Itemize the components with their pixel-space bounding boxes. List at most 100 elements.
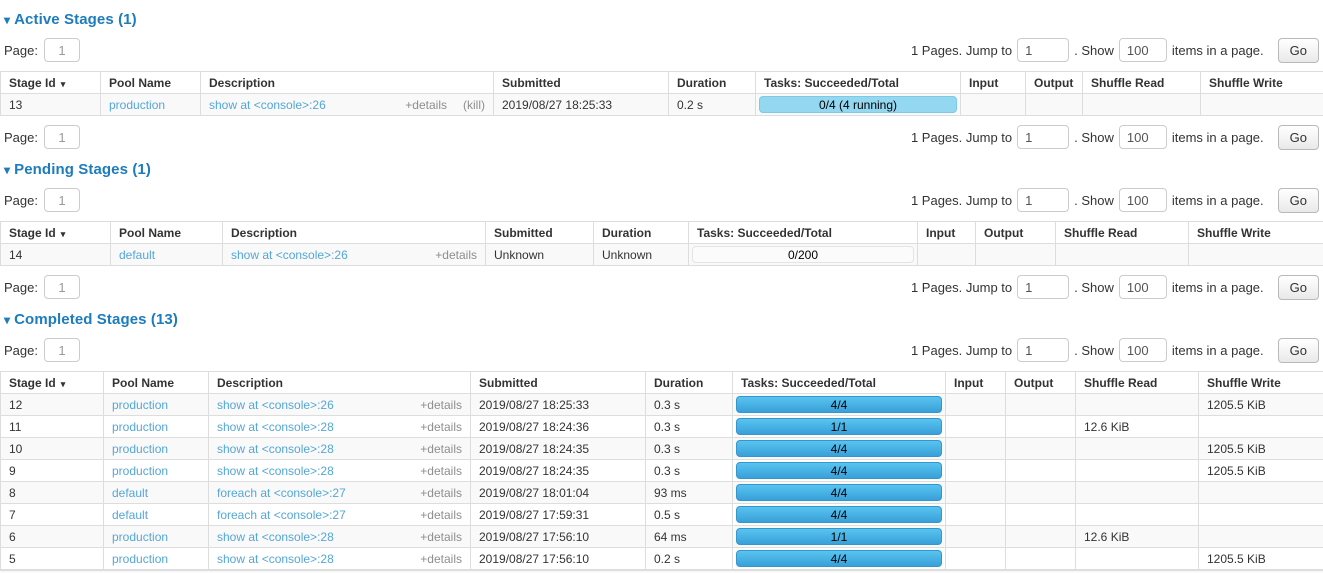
stage-description-link[interactable]: show at <console>:28 — [217, 420, 410, 434]
page-number-input[interactable] — [44, 125, 80, 149]
go-button[interactable]: Go — [1278, 275, 1319, 300]
collapse-arrow-icon: ▾ — [4, 13, 10, 27]
stage-description-link[interactable]: show at <console>:28 — [217, 552, 410, 566]
column-header-description[interactable]: Description — [209, 372, 471, 394]
page-number-input[interactable] — [44, 188, 80, 212]
stage-id-cell: 7 — [1, 504, 104, 526]
column-header-shuffle-write[interactable]: Shuffle Write — [1199, 372, 1323, 394]
column-header-duration[interactable]: Duration — [669, 72, 756, 94]
column-header-submitted[interactable]: Submitted — [486, 222, 594, 244]
items-per-page-input[interactable] — [1119, 125, 1167, 149]
pool-name-link[interactable]: production — [112, 442, 168, 456]
column-header-input[interactable]: Input — [961, 72, 1026, 94]
column-header-submitted[interactable]: Submitted — [494, 72, 669, 94]
column-header-shuffle-read[interactable]: Shuffle Read — [1076, 372, 1199, 394]
pool-name-cell: default — [111, 244, 223, 266]
output-cell — [1026, 94, 1083, 116]
pool-name-link[interactable]: default — [112, 508, 148, 522]
pool-name-link[interactable]: production — [112, 530, 168, 544]
kill-link[interactable]: (kill) — [463, 98, 485, 112]
output-cell — [1006, 504, 1076, 526]
go-button[interactable]: Go — [1278, 125, 1319, 150]
pool-name-link[interactable]: production — [112, 552, 168, 566]
column-header-output[interactable]: Output — [1006, 372, 1076, 394]
column-header-tasks-succeeded-total[interactable]: Tasks: Succeeded/Total — [689, 222, 918, 244]
column-header-output[interactable]: Output — [976, 222, 1056, 244]
duration-cell: 0.2 s — [646, 548, 733, 570]
shuffle-read-cell — [1056, 244, 1189, 266]
section-heading-active-stages[interactable]: ▾Active Stages (1) — [4, 11, 1323, 28]
items-per-page-input[interactable] — [1119, 188, 1167, 212]
go-button[interactable]: Go — [1278, 338, 1319, 363]
stage-description-link[interactable]: show at <console>:28 — [217, 442, 410, 456]
pool-name-link[interactable]: production — [109, 98, 165, 112]
column-header-input[interactable]: Input — [918, 222, 976, 244]
items-per-page-input[interactable] — [1119, 338, 1167, 362]
details-toggle[interactable]: +details — [420, 530, 462, 544]
column-header-pool-name[interactable]: Pool Name — [101, 72, 201, 94]
column-header-tasks-succeeded-total[interactable]: Tasks: Succeeded/Total — [733, 372, 946, 394]
go-button[interactable]: Go — [1278, 38, 1319, 63]
column-header-stage-id[interactable]: Stage Id▾ — [1, 372, 104, 394]
stage-description-link[interactable]: show at <console>:28 — [217, 530, 410, 544]
column-header-duration[interactable]: Duration — [646, 372, 733, 394]
output-cell — [1006, 482, 1076, 504]
column-header-stage-id[interactable]: Stage Id▾ — [1, 222, 111, 244]
shuffle-write-cell — [1199, 416, 1323, 438]
page-number-input[interactable] — [44, 338, 80, 362]
pool-name-link[interactable]: production — [112, 464, 168, 478]
column-header-duration[interactable]: Duration — [594, 222, 689, 244]
column-header-pool-name[interactable]: Pool Name — [104, 372, 209, 394]
column-header-tasks-succeeded-total[interactable]: Tasks: Succeeded/Total — [756, 72, 961, 94]
column-header-output[interactable]: Output — [1026, 72, 1083, 94]
details-toggle[interactable]: +details — [420, 508, 462, 522]
stage-description-link[interactable]: show at <console>:26 — [209, 98, 395, 112]
tasks-progress-cell: 4/4 — [733, 460, 946, 482]
stage-description-link[interactable]: show at <console>:26 — [217, 398, 410, 412]
details-toggle[interactable]: +details — [420, 552, 462, 566]
details-toggle[interactable]: +details — [405, 98, 447, 112]
show-text: . Show — [1074, 193, 1114, 208]
details-toggle[interactable]: +details — [420, 420, 462, 434]
column-header-input[interactable]: Input — [946, 372, 1006, 394]
jump-to-page-input[interactable] — [1017, 188, 1069, 212]
column-header-submitted[interactable]: Submitted — [471, 372, 646, 394]
page-number-input[interactable] — [44, 275, 80, 299]
pages-count-text: 1 Pages. Jump to — [911, 280, 1012, 295]
details-toggle[interactable]: +details — [420, 464, 462, 478]
column-header-shuffle-read[interactable]: Shuffle Read — [1056, 222, 1189, 244]
stage-description-link[interactable]: show at <console>:26 — [231, 248, 425, 262]
details-toggle[interactable]: +details — [420, 398, 462, 412]
column-header-description[interactable]: Description — [201, 72, 494, 94]
items-per-page-input[interactable] — [1119, 38, 1167, 62]
column-header-shuffle-read[interactable]: Shuffle Read — [1083, 72, 1201, 94]
pagination-left: Page: — [4, 188, 80, 212]
details-toggle[interactable]: +details — [420, 442, 462, 456]
details-toggle[interactable]: +details — [435, 248, 477, 262]
stage-description-link[interactable]: foreach at <console>:27 — [217, 508, 410, 522]
section-heading-completed-stages[interactable]: ▾Completed Stages (13) — [4, 311, 1323, 328]
jump-to-page-input[interactable] — [1017, 338, 1069, 362]
section-heading-pending-stages[interactable]: ▾Pending Stages (1) — [4, 161, 1323, 178]
go-button[interactable]: Go — [1278, 188, 1319, 213]
jump-to-page-input[interactable] — [1017, 125, 1069, 149]
stage-id-cell: 14 — [1, 244, 111, 266]
jump-to-page-input[interactable] — [1017, 275, 1069, 299]
page-number-input[interactable] — [44, 38, 80, 62]
pool-name-link[interactable]: production — [112, 420, 168, 434]
column-header-pool-name[interactable]: Pool Name — [111, 222, 223, 244]
column-header-shuffle-write[interactable]: Shuffle Write — [1189, 222, 1323, 244]
column-header-description[interactable]: Description — [223, 222, 486, 244]
pool-name-link[interactable]: default — [119, 248, 155, 262]
details-toggle[interactable]: +details — [420, 486, 462, 500]
pool-name-link[interactable]: default — [112, 486, 148, 500]
jump-to-page-input[interactable] — [1017, 38, 1069, 62]
pool-name-link[interactable]: production — [112, 398, 168, 412]
shuffle-read-cell — [1076, 394, 1199, 416]
column-header-stage-id[interactable]: Stage Id▾ — [1, 72, 101, 94]
stage-description-link[interactable]: show at <console>:28 — [217, 464, 410, 478]
shuffle-read-cell: 12.6 KiB — [1076, 526, 1199, 548]
column-header-shuffle-write[interactable]: Shuffle Write — [1201, 72, 1323, 94]
stage-description-link[interactable]: foreach at <console>:27 — [217, 486, 410, 500]
items-per-page-input[interactable] — [1119, 275, 1167, 299]
